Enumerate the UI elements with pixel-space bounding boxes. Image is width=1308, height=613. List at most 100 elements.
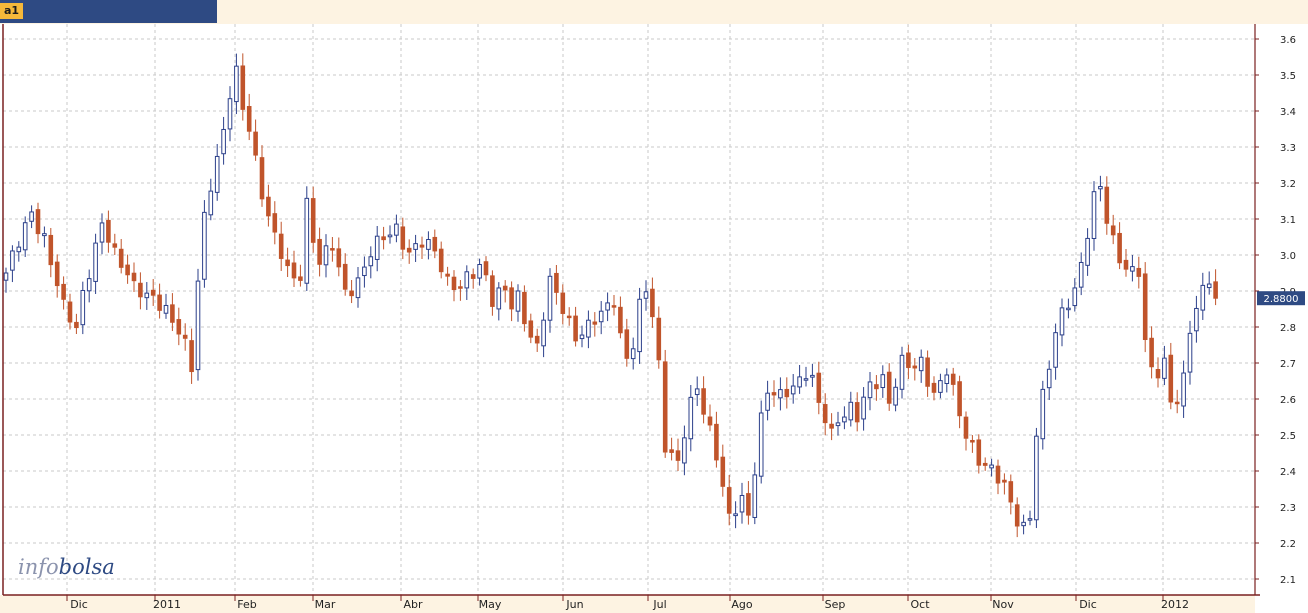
candle-body (675, 450, 681, 461)
candle-body (157, 294, 162, 311)
candle-body (458, 286, 463, 289)
candle-body (413, 243, 418, 250)
candle-body (771, 392, 777, 396)
candle (758, 400, 764, 484)
x-axis: Dic 2011 Feb Mar Abr May Jun Jul Ago Sep Oct Nov Dic… (66, 595, 1189, 611)
candle-body (477, 264, 482, 279)
candle-body (3, 272, 9, 281)
y-tick-label: 3.5 (1280, 71, 1296, 82)
candle-body (125, 264, 130, 276)
candle-body (797, 376, 802, 388)
candle-body (1213, 281, 1218, 299)
candle-body (579, 334, 585, 340)
x-tick-label: Dic (1079, 598, 1097, 611)
candle-body (445, 273, 450, 277)
x-tick-label: Jul (652, 598, 666, 611)
candle-body (1014, 504, 1020, 527)
candle-body (208, 190, 214, 216)
candle-body (1136, 267, 1142, 277)
x-tick-label: Sep (825, 598, 846, 611)
y-tick-label: 2.7 (1280, 359, 1296, 370)
candle-body (438, 248, 444, 273)
candle-body (957, 381, 962, 417)
candle-body (1206, 283, 1212, 289)
candle-body (317, 238, 322, 265)
candle-body (624, 329, 630, 359)
candle-body (182, 334, 188, 339)
candle-body (234, 65, 239, 103)
candle-body (592, 321, 598, 325)
candle-body (112, 243, 118, 248)
candle-body (694, 388, 700, 396)
candle-body (598, 310, 604, 323)
candle-body (131, 272, 137, 282)
candle-body (1181, 372, 1186, 407)
candle-body (669, 449, 674, 453)
candle-body (368, 256, 374, 267)
candle-body (1021, 521, 1026, 527)
candle-body (1142, 273, 1148, 340)
candle-body (291, 262, 297, 279)
instrument-tab[interactable]: a1 (0, 0, 217, 23)
candle-body (835, 422, 841, 427)
candle-body (637, 298, 642, 353)
candle-body (970, 439, 975, 443)
candle-body (22, 222, 28, 251)
y-tick-label: 3.6 (1280, 35, 1296, 46)
y-tick-label: 3.3 (1280, 143, 1296, 154)
candle-body (1194, 307, 1199, 332)
y-tick-label: 2.3 (1280, 503, 1296, 514)
y-tick-label: 3.2 (1280, 179, 1296, 190)
candle-body (554, 272, 559, 293)
candle-body (144, 292, 150, 299)
candle-body (790, 385, 796, 395)
candle-body (522, 291, 527, 325)
candle-body (253, 131, 258, 156)
candle-body (1085, 237, 1090, 266)
candle-body (1168, 354, 1174, 403)
x-tick-label: Abr (403, 598, 423, 611)
candle-body (1066, 307, 1071, 311)
candle (304, 186, 310, 291)
candle-body (816, 372, 822, 403)
candle-body (938, 380, 943, 393)
candle-body (982, 462, 988, 466)
candle-body (54, 261, 60, 287)
candle-body (150, 289, 156, 296)
candle-body (803, 378, 809, 381)
candle-body (400, 226, 406, 250)
candle-body (746, 493, 751, 516)
candle-body (342, 263, 348, 290)
x-tick-label: 2012 (1161, 598, 1189, 611)
y-tick-label: 2.5 (1280, 431, 1296, 442)
candle-body (202, 211, 207, 280)
candle-body (221, 128, 226, 155)
candle-body (1174, 401, 1180, 405)
candle-body (176, 319, 182, 335)
candle-body (662, 361, 668, 453)
candle-body (355, 277, 361, 299)
candle-body (586, 319, 591, 338)
candle-body (246, 106, 252, 132)
candle-body (138, 282, 143, 298)
candle-body (1117, 232, 1122, 264)
candle-body (810, 374, 815, 378)
candle-body (426, 239, 431, 250)
candle-body (381, 236, 386, 241)
candle-body (48, 234, 54, 266)
candle (1142, 262, 1148, 353)
candle-body (944, 374, 950, 384)
candle-body (1040, 388, 1046, 440)
candle-body (195, 280, 201, 371)
candle-body (950, 373, 956, 385)
candle-body (118, 248, 124, 268)
candlestick-chart: 2.12.22.32.42.52.62.72.82.93.03.13.23.33… (0, 24, 1308, 613)
candle-body (650, 288, 655, 318)
candle-body (848, 401, 854, 421)
candle-body (1200, 284, 1206, 311)
candle-body (406, 247, 412, 253)
candle-body (874, 384, 879, 390)
candle-body (1027, 518, 1033, 521)
x-tick-label: Dic (70, 598, 88, 611)
watermark-part-bolsa: bolsa (59, 555, 115, 579)
